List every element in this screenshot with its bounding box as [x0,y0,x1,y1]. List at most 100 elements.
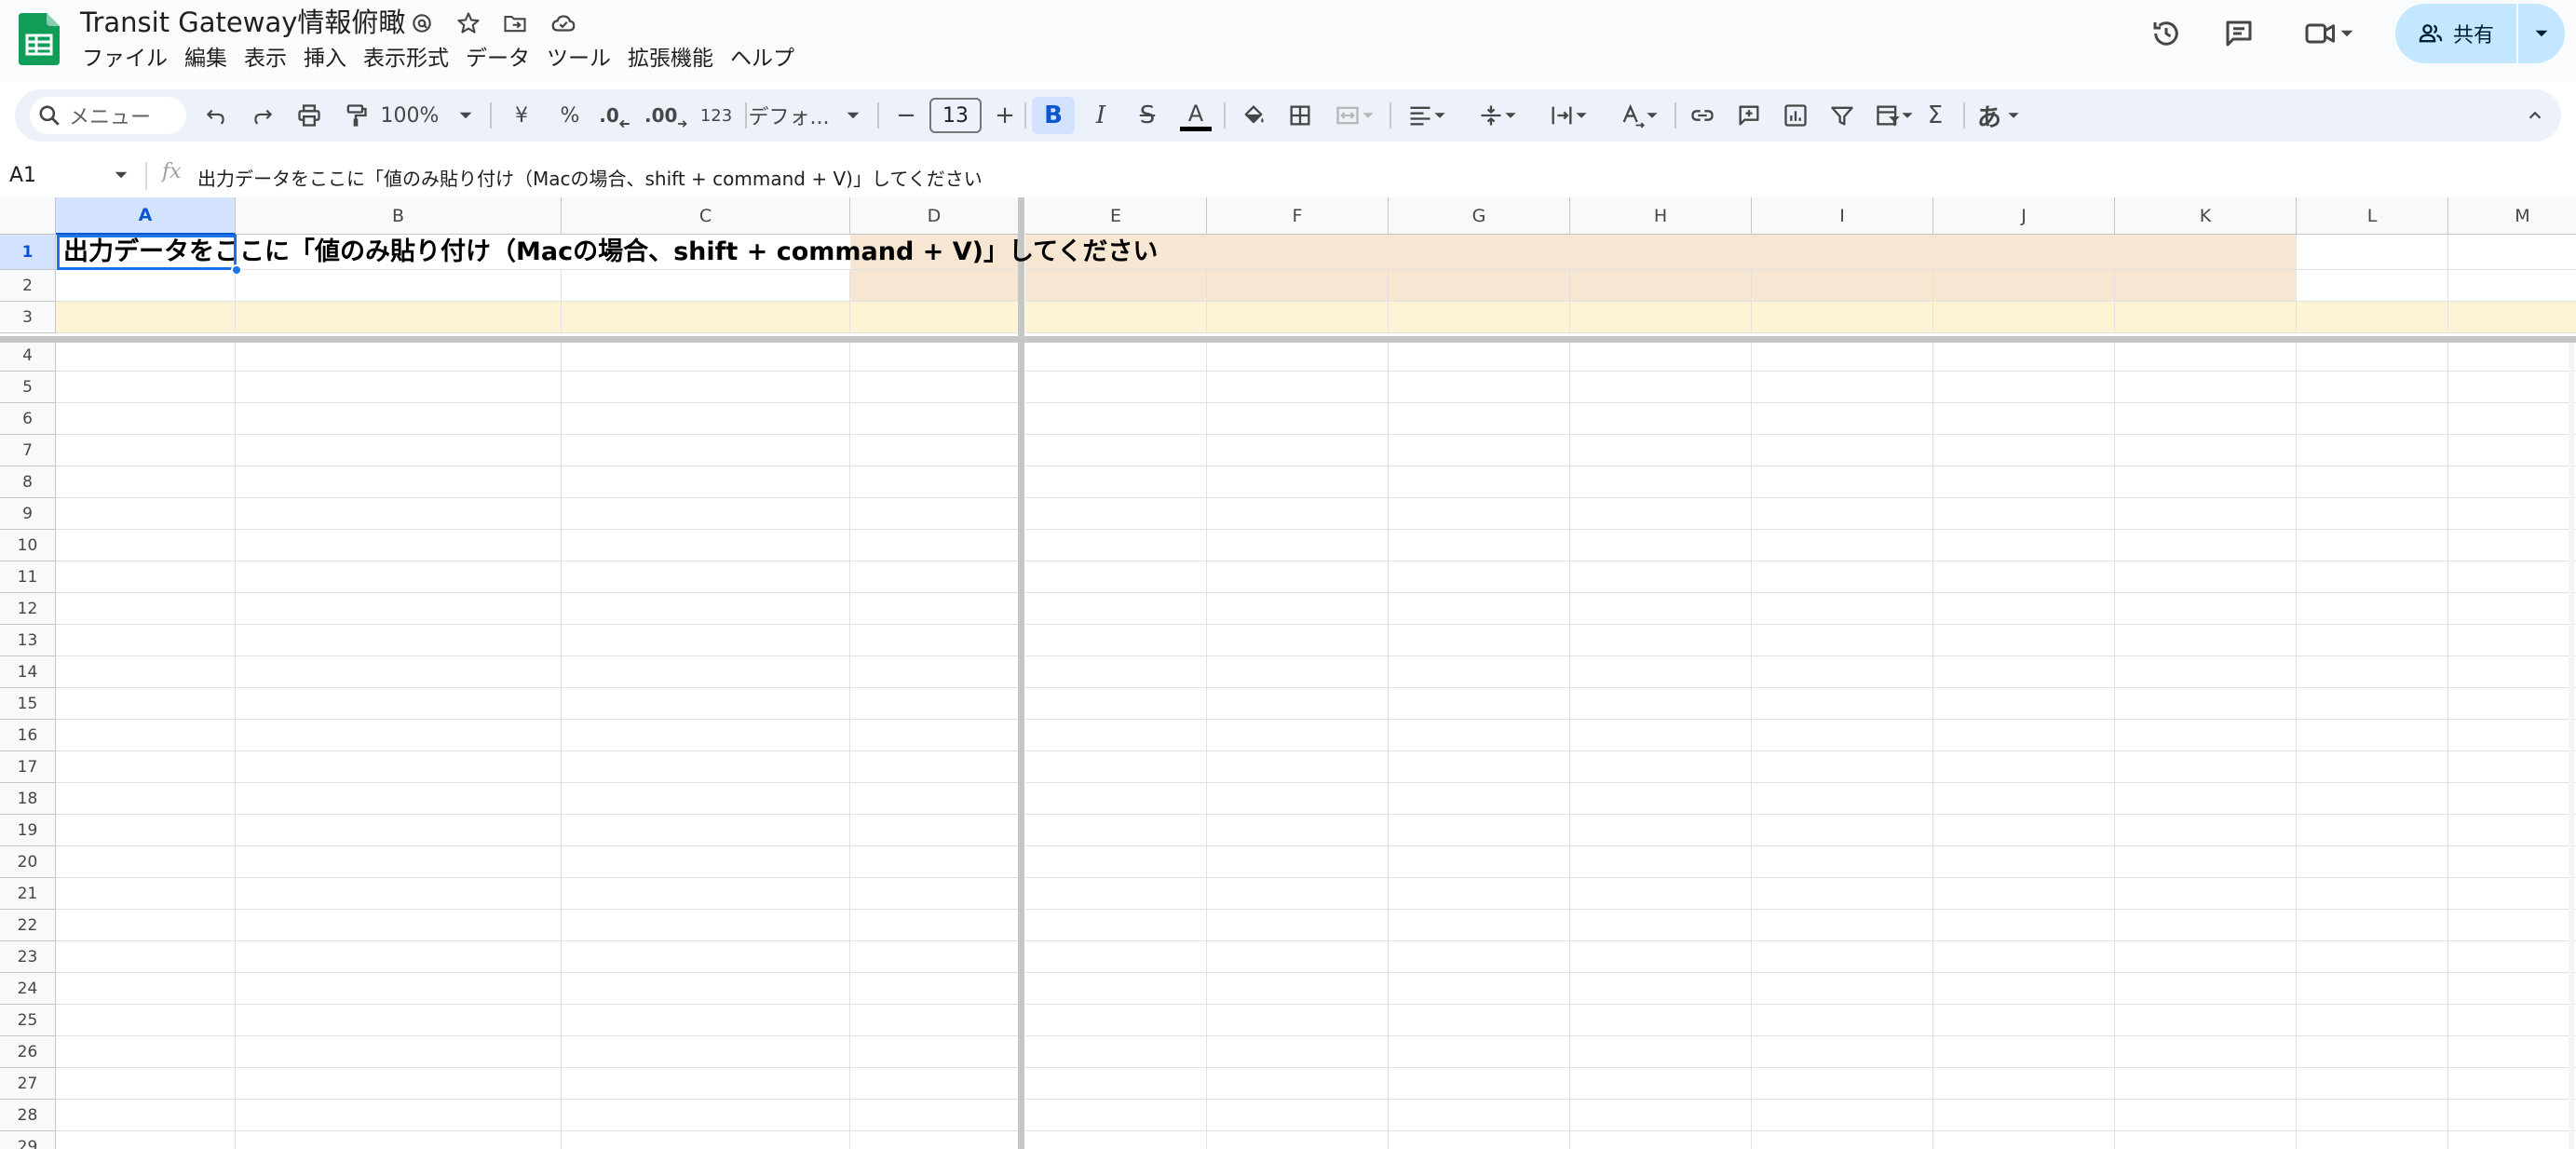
cell-b26[interactable] [236,1036,562,1068]
collapse-toolbar-chevron-up-icon[interactable] [2516,97,2554,134]
cell-j13[interactable] [1933,625,2115,656]
name-box[interactable]: A1 [9,164,36,187]
cell-d4[interactable] [850,340,1019,372]
cell-a14[interactable] [56,656,236,688]
cell-c20[interactable] [562,846,850,878]
cell-g4[interactable] [1389,340,1570,372]
cell-f19[interactable] [1207,815,1389,846]
cell-g25[interactable] [1389,1005,1570,1036]
cell-e13[interactable] [1025,625,1207,656]
cell-b5[interactable] [236,372,562,403]
cell-h16[interactable] [1570,720,1752,751]
column-header-j[interactable]: J [1933,197,2115,235]
row-header-29[interactable]: 29 [0,1131,56,1149]
cell-b13[interactable] [236,625,562,656]
cell-c6[interactable] [562,403,850,435]
cell-m14[interactable] [2448,656,2576,688]
cell-j15[interactable] [1933,688,2115,720]
cell-h11[interactable] [1570,561,1752,593]
cell-e20[interactable] [1025,846,1207,878]
cell-h28[interactable] [1570,1100,1752,1131]
filter-views-icon[interactable] [1868,97,1920,134]
cell-l9[interactable] [2297,498,2448,530]
cell-k18[interactable] [2115,783,2297,815]
cell-g26[interactable] [1389,1036,1570,1068]
cell-i22[interactable] [1752,910,1933,941]
cell-a15[interactable] [56,688,236,720]
cell-h21[interactable] [1570,878,1752,910]
increase-decimal-button[interactable]: .00 [644,97,687,134]
row-header-7[interactable]: 7 [0,435,56,466]
cell-h14[interactable] [1570,656,1752,688]
cell-i16[interactable] [1752,720,1933,751]
cell-d10[interactable] [850,530,1019,561]
row-header-3[interactable]: 3 [0,302,56,333]
cell-h26[interactable] [1570,1036,1752,1068]
cell-f6[interactable] [1207,403,1389,435]
cell-d2[interactable] [850,270,1019,302]
cell-e23[interactable] [1025,941,1207,973]
cell-f8[interactable] [1207,466,1389,498]
row-header-11[interactable]: 11 [0,561,56,593]
cell-g28[interactable] [1389,1100,1570,1131]
cell-f28[interactable] [1207,1100,1389,1131]
cell-l14[interactable] [2297,656,2448,688]
text-color-button[interactable]: A [1175,97,1216,134]
cell-j4[interactable] [1933,340,2115,372]
cell-h1[interactable] [1570,235,1752,270]
cell-c27[interactable] [562,1068,850,1100]
cell-d22[interactable] [850,910,1019,941]
cell-c8[interactable] [562,466,850,498]
document-title[interactable]: Transit Gateway情報俯瞰 [80,4,405,41]
cell-l1[interactable] [2297,235,2448,270]
cell-a6[interactable] [56,403,236,435]
row-freeze-divider[interactable] [0,336,2576,343]
row-header-18[interactable]: 18 [0,783,56,815]
cell-e18[interactable] [1025,783,1207,815]
cell-a8[interactable] [56,466,236,498]
cell-i10[interactable] [1752,530,1933,561]
cell-c17[interactable] [562,751,850,783]
cell-g20[interactable] [1389,846,1570,878]
cell-i21[interactable] [1752,878,1933,910]
cell-m15[interactable] [2448,688,2576,720]
cell-h7[interactable] [1570,435,1752,466]
filter-icon[interactable] [1824,97,1861,134]
cell-f23[interactable] [1207,941,1389,973]
cell-b2[interactable] [236,270,562,302]
cell-k24[interactable] [2115,973,2297,1005]
cell-f16[interactable] [1207,720,1389,751]
cell-c22[interactable] [562,910,850,941]
cell-m6[interactable] [2448,403,2576,435]
cell-j17[interactable] [1933,751,2115,783]
cell-l8[interactable] [2297,466,2448,498]
vertical-scrollbar[interactable] [2569,343,2574,1149]
version-history-icon[interactable] [2144,15,2189,52]
text-wrapping-icon[interactable] [1540,97,1596,134]
cell-m9[interactable] [2448,498,2576,530]
row-header-2[interactable]: 2 [0,270,56,302]
cell-f13[interactable] [1207,625,1389,656]
cell-a9[interactable] [56,498,236,530]
cell-g24[interactable] [1389,973,1570,1005]
cell-l4[interactable] [2297,340,2448,372]
share-button[interactable]: 共有 [2395,4,2565,63]
menu-format[interactable]: 表示形式 [355,43,457,74]
cell-h15[interactable] [1570,688,1752,720]
cloud-saved-icon[interactable] [548,7,579,39]
cell-d7[interactable] [850,435,1019,466]
cell-h29[interactable] [1570,1131,1752,1149]
italic-button[interactable]: I [1082,97,1119,134]
cell-d28[interactable] [850,1100,1019,1131]
cell-m13[interactable] [2448,625,2576,656]
name-box-chevron-down-icon[interactable] [114,168,129,182]
cell-b7[interactable] [236,435,562,466]
cell-d16[interactable] [850,720,1019,751]
cell-l16[interactable] [2297,720,2448,751]
cell-e28[interactable] [1025,1100,1207,1131]
text-rotation-icon[interactable] [1611,97,1667,134]
cell-i4[interactable] [1752,340,1933,372]
cell-a21[interactable] [56,878,236,910]
cell-j1[interactable] [1933,235,2115,270]
cell-l29[interactable] [2297,1131,2448,1149]
